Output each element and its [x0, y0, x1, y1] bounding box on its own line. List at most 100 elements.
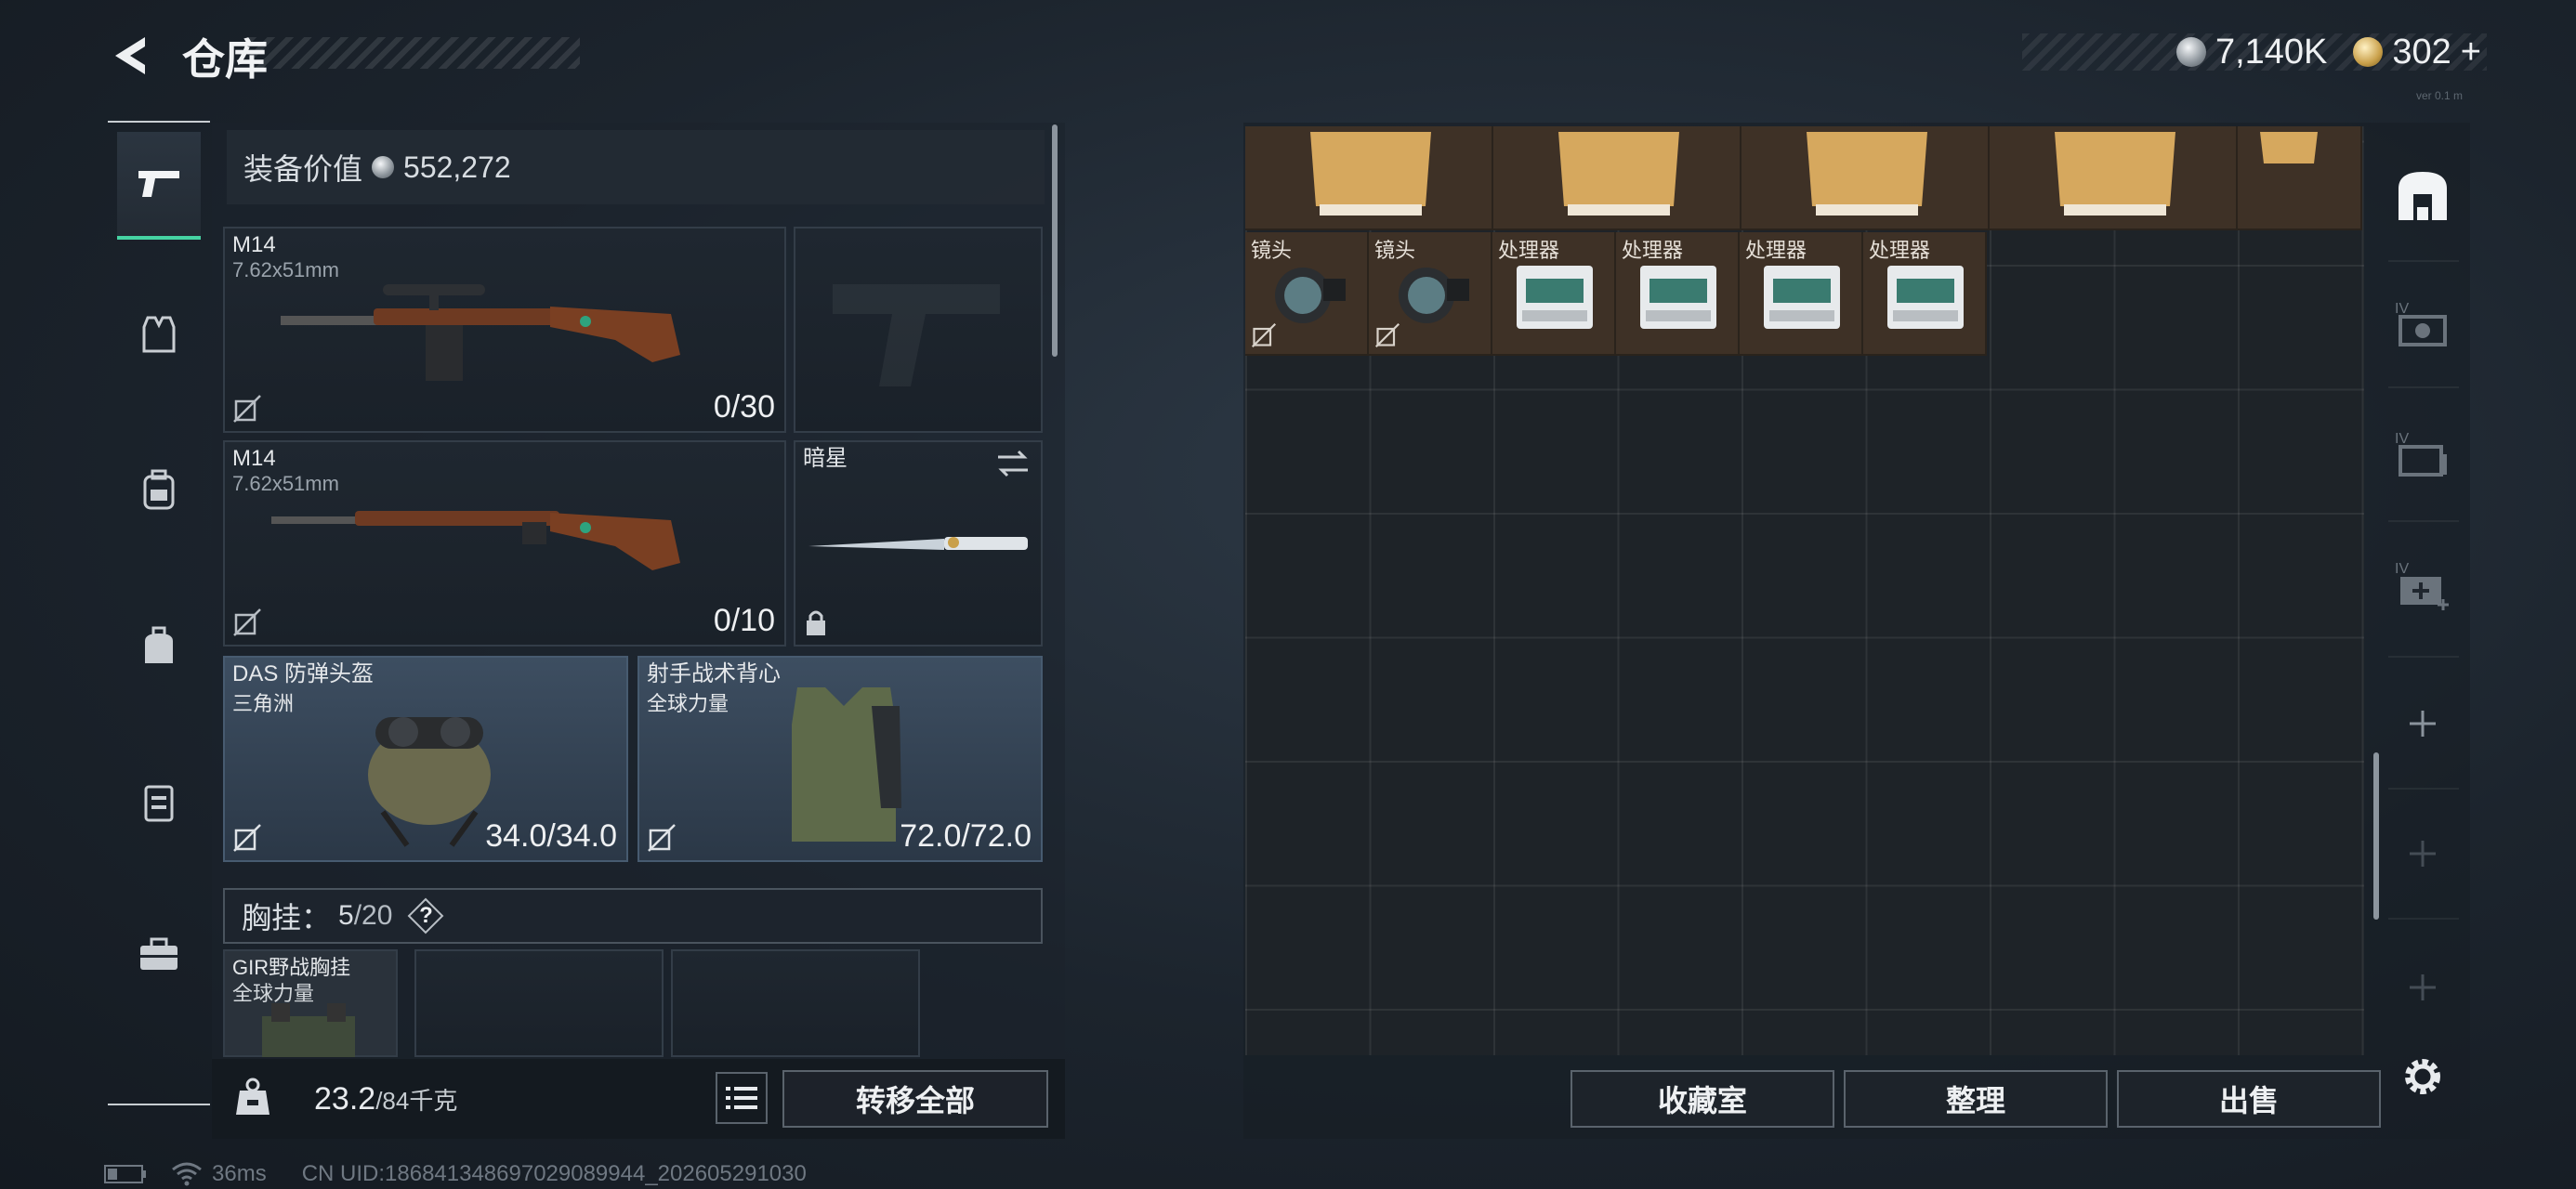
storage-item[interactable]: 处理器 [1740, 232, 1863, 356]
nav-briefcase[interactable] [117, 901, 201, 1009]
loadout-scrollbar[interactable] [1052, 124, 1058, 357]
processor-image [1517, 266, 1593, 329]
svg-text:IV: IV [2395, 431, 2409, 447]
secondary-weapon-slot[interactable]: M14 7.62x51mm 0/10 [223, 440, 786, 647]
box-tab[interactable]: IV [2390, 422, 2455, 487]
network-status: 36ms [171, 1161, 267, 1187]
nav-vest[interactable] [117, 281, 201, 388]
storage-item[interactable]: 处理器 [1492, 232, 1616, 356]
helmet-brand: 三角洲 [232, 692, 295, 715]
item-name: 处理器 [1622, 239, 1684, 262]
nav-bag[interactable] [117, 593, 201, 700]
m14-rifle-image [281, 284, 680, 381]
nav-weapons[interactable] [117, 132, 201, 240]
add-gold-icon[interactable]: + [2461, 33, 2481, 72]
carry-weight: 23.2/84千克 [314, 1081, 457, 1117]
storage-item[interactable]: 镜头 [1369, 232, 1492, 356]
battery-icon [104, 1165, 146, 1183]
unbound-icon [233, 824, 261, 852]
storage-scrollbar[interactable] [2373, 752, 2379, 920]
primary-weapon-slot[interactable]: M14 7.62x51mm 0/30 [223, 227, 786, 433]
left-nav [108, 121, 210, 1105]
armor-slot[interactable]: 射手战术背心 全球力量 72.0/72.0 [637, 656, 1043, 862]
help-icon[interactable]: ? [407, 897, 444, 934]
back-arrow-icon [115, 37, 145, 74]
status-bar: 36ms CN UID:186841348697029089944_202605… [104, 1161, 807, 1187]
knife-image [808, 537, 1028, 550]
storage-item-folder[interactable] [1990, 126, 2238, 230]
list-view-button[interactable] [716, 1072, 768, 1124]
unbound-icon [233, 608, 261, 636]
processor-image [1640, 266, 1716, 329]
sell-button[interactable]: 出售 [2117, 1070, 2381, 1128]
box-iv-icon: IV [2395, 431, 2447, 477]
weapon-name: M14 [232, 446, 276, 471]
storage-item-folder[interactable] [1245, 126, 1493, 230]
weight-max: /84千克 [375, 1087, 458, 1115]
vest-icon [142, 316, 176, 353]
silver-coin-icon [372, 156, 395, 178]
gold-currency[interactable]: 302 + [2353, 33, 2481, 72]
storage-grid[interactable]: 镜头 镜头 处理器 处理器 处理器 处理器 [1245, 126, 2364, 1055]
add-tab[interactable] [2390, 691, 2455, 756]
weight-current: 23.2 [314, 1081, 376, 1117]
nav-backpack[interactable] [117, 437, 201, 544]
durability: 72.0/72.0 [900, 818, 1032, 854]
equipment-value-bar: 装备价值 552,272 [227, 130, 1045, 204]
item-name: 处理器 [1869, 239, 1931, 262]
transfer-all-button[interactable]: 转移全部 [782, 1070, 1048, 1128]
swap-icon[interactable] [994, 448, 1032, 479]
collection-room-button[interactable]: 收藏室 [1571, 1070, 1834, 1128]
page-title: 仓库 [182, 35, 268, 84]
svg-text:IV: IV [2395, 561, 2409, 577]
storage-item[interactable]: 镜头 [1245, 232, 1369, 356]
melee-slot[interactable]: 暗星 [794, 440, 1043, 647]
folder-image [1558, 132, 1679, 216]
armor-name: 射手战术背心 [647, 661, 781, 686]
sort-button[interactable]: 整理 [1844, 1070, 2108, 1128]
rig-slot[interactable]: GIR野战胸挂 全球力量 [223, 949, 398, 1057]
lens-image [1275, 268, 1346, 323]
chest-rig-bar: 胸挂： 5/20 ? [223, 888, 1043, 944]
storage-item-folder[interactable] [1493, 126, 1741, 230]
nav-pouch[interactable] [117, 749, 201, 856]
uid-text: CN UID:186841348697029089944_20260529103… [301, 1161, 807, 1186]
helmet-slot[interactable]: DAS 防弹头盔 三角洲 34.0/34.0 [223, 656, 628, 862]
pistol-slot[interactable] [794, 227, 1043, 433]
silver-amount: 7,140K [2215, 32, 2328, 72]
add-tab[interactable] [2390, 955, 2455, 1020]
add-box-tab[interactable]: IV [2390, 552, 2455, 617]
m14-rifle-image [271, 511, 680, 570]
storage-item[interactable]: 处理器 [1863, 232, 1987, 356]
settings-button[interactable] [2390, 1044, 2455, 1109]
back-button[interactable] [102, 28, 158, 84]
gold-amount: 302 [2392, 32, 2451, 72]
container-iv-icon: IV [2395, 301, 2447, 346]
container-tab[interactable]: IV [2390, 292, 2455, 357]
rig-pocket-slot[interactable] [414, 949, 664, 1057]
add-tab[interactable] [2390, 821, 2455, 886]
backpack-icon [143, 469, 175, 510]
armor-vest-image [792, 687, 901, 842]
storage-tab[interactable] [2390, 163, 2455, 229]
unbound-icon [233, 395, 261, 423]
rig-pocket-slot[interactable] [671, 949, 920, 1057]
lock-icon [807, 610, 825, 635]
melee-name: 暗星 [803, 446, 848, 471]
help-mark: ? [419, 903, 433, 928]
storage-item[interactable]: 处理器 [1616, 232, 1740, 356]
folder-image [2260, 132, 2318, 163]
folder-image [1807, 132, 1927, 216]
plus-icon [2410, 974, 2436, 1000]
helmet-name: DAS 防弹头盔 [232, 661, 375, 686]
bag-icon [145, 626, 173, 663]
silver-currency[interactable]: 7,140K [2175, 32, 2328, 72]
settings-icon [2405, 1059, 2440, 1094]
ammo-count: 0/30 [713, 389, 775, 425]
durability: 34.0/34.0 [485, 818, 617, 854]
storage-item-folder[interactable] [1741, 126, 1990, 230]
storage-item-folder[interactable] [2238, 126, 2362, 230]
folder-image [1310, 132, 1431, 216]
silver-coin-icon [2175, 37, 2206, 67]
storage-icon [2399, 172, 2447, 220]
